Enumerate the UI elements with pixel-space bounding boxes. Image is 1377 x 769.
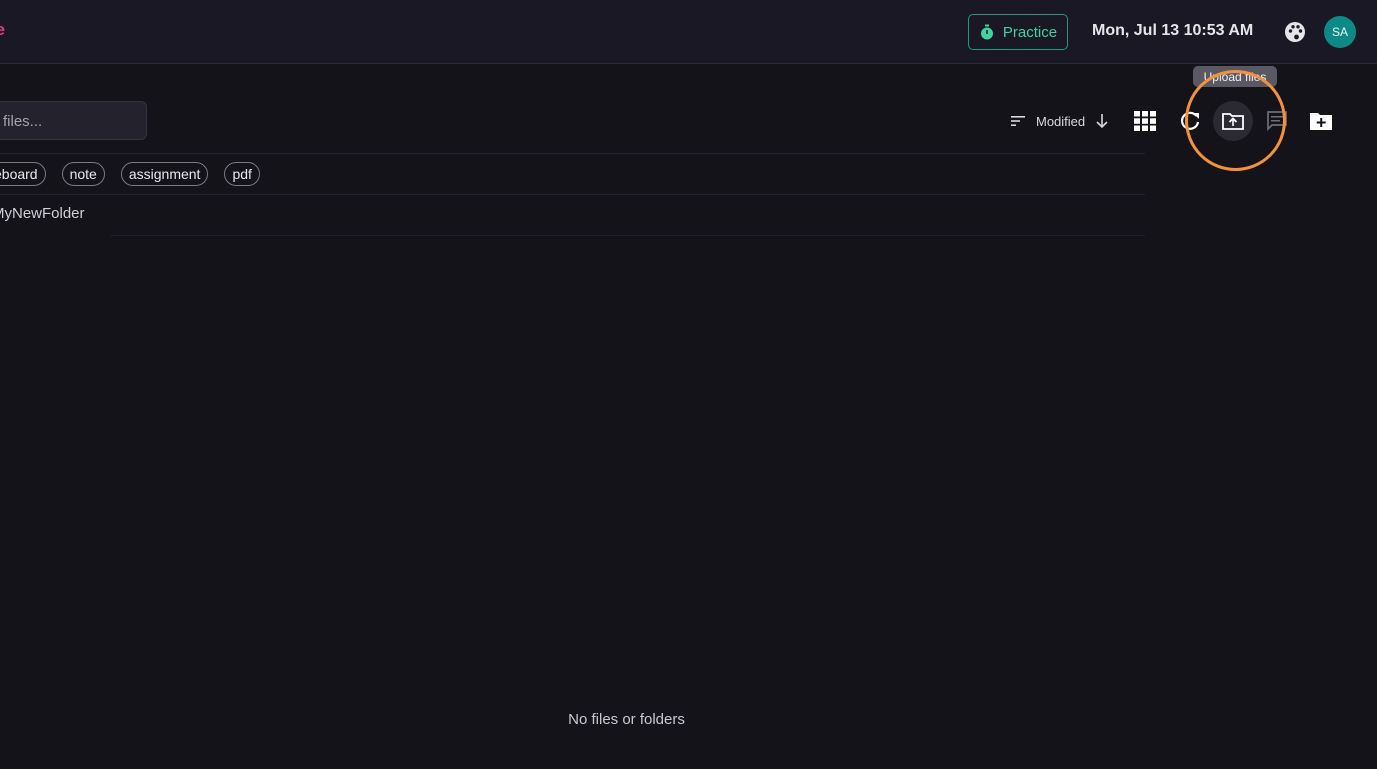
search-field[interactable] [0, 101, 147, 140]
top-bar: ve Practice Mon, Jul 13 10:53 AM SA [0, 0, 1377, 64]
practice-button[interactable]: Practice [968, 14, 1068, 50]
divider [0, 153, 1145, 154]
filter-chip-note[interactable]: note [61, 162, 105, 186]
grid-icon [1134, 111, 1156, 131]
grid-view-button[interactable] [1133, 109, 1157, 133]
folder-plus-icon [1310, 113, 1332, 130]
divider [0, 194, 1145, 195]
filter-chip-eboard[interactable]: eboard [0, 162, 46, 186]
empty-state-message: No files or folders [568, 711, 685, 728]
sort-lines-icon [1011, 116, 1025, 126]
stopwatch-icon [980, 24, 993, 40]
new-folder-button[interactable] [1309, 109, 1333, 133]
search-input[interactable] [0, 112, 135, 131]
sort-label: Modified [1036, 113, 1086, 129]
palette-icon[interactable] [1284, 21, 1306, 43]
filter-chips: eboard note assignment pdf [0, 162, 260, 186]
app-brand[interactable]: ve [0, 20, 5, 40]
sort-control[interactable]: Modified [1010, 110, 1109, 132]
filter-chip-pdf[interactable]: pdf [224, 162, 260, 186]
divider [110, 235, 1145, 236]
folder-item[interactable]: MyNewFolder [0, 205, 85, 222]
filter-chip-assignment[interactable]: assignment [120, 162, 209, 186]
user-avatar[interactable]: SA [1324, 16, 1356, 48]
current-datetime: Mon, Jul 13 10:53 AM [1092, 22, 1254, 39]
arrow-down-icon[interactable] [1095, 113, 1109, 129]
highlight-circle [1185, 70, 1286, 171]
practice-label: Practice [1002, 23, 1058, 41]
